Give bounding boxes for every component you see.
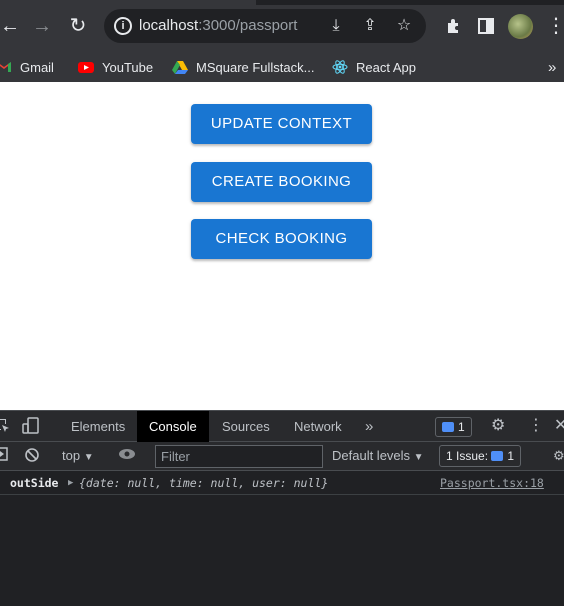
console-toolbar: top ▼ Filter Default levels ▼ 1 Issue: 1… bbox=[0, 442, 564, 471]
forward-icon[interactable]: → bbox=[28, 12, 56, 40]
bookmarks-bar: Gmail YouTube MSquare Fullstack... React… bbox=[0, 51, 564, 82]
google-drive-icon bbox=[172, 59, 188, 75]
page-content: UPDATE CONTEXT CREATE BOOKING CHECK BOOK… bbox=[0, 82, 564, 410]
bookmark-react-app[interactable]: React App bbox=[332, 58, 416, 76]
levels-label: Default levels bbox=[332, 448, 411, 463]
url-path: :3000/passport bbox=[198, 17, 298, 34]
window-titlebar-strip bbox=[256, 0, 564, 5]
bookmark-gmail[interactable]: Gmail bbox=[0, 58, 54, 76]
tab-network[interactable]: Network bbox=[282, 411, 354, 442]
sidebar-toggle-icon[interactable] bbox=[0, 447, 8, 466]
dropdown-arrow-icon: ▼ bbox=[413, 452, 424, 463]
back-icon[interactable]: ← bbox=[0, 12, 24, 40]
log-label: outSide bbox=[10, 476, 59, 490]
message-icon bbox=[442, 422, 454, 432]
url-host: localhost bbox=[139, 17, 199, 34]
more-bookmarks-button[interactable]: » bbox=[548, 58, 556, 76]
issues-label: 1 Issue: bbox=[446, 449, 489, 463]
bookmark-label: Gmail bbox=[20, 59, 54, 75]
react-icon bbox=[332, 59, 348, 75]
bookmark-star-icon[interactable]: ☆ bbox=[394, 16, 414, 36]
console-log-row: outSide ▶ {date: null, time: null, user:… bbox=[0, 471, 564, 495]
devtools-menu-icon[interactable]: ⋮ bbox=[528, 417, 544, 435]
issue-message-icon bbox=[491, 451, 504, 461]
address-bar[interactable]: i localhost:3000/passport ⤓ ⇪ ☆ bbox=[104, 9, 426, 43]
url-text[interactable]: localhost:3000/passport bbox=[139, 17, 297, 34]
live-expression-eye-icon[interactable] bbox=[118, 447, 136, 466]
youtube-icon bbox=[78, 59, 94, 75]
issues-count: 1 bbox=[507, 449, 515, 463]
install-icon[interactable]: ⤓ bbox=[326, 16, 346, 36]
browser-toolbar: ← → ↻ i localhost:3000/passport ⤓ ⇪ ☆ ⋮ bbox=[0, 0, 564, 51]
tab-console[interactable]: Console bbox=[137, 411, 209, 442]
update-context-button[interactable]: UPDATE CONTEXT bbox=[191, 104, 372, 144]
reload-icon[interactable]: ↻ bbox=[64, 12, 92, 40]
device-toolbar-icon[interactable] bbox=[22, 417, 40, 440]
messages-count: 1 bbox=[458, 420, 465, 434]
site-info-icon[interactable]: i bbox=[114, 17, 132, 35]
more-tabs-button[interactable]: » bbox=[353, 411, 385, 442]
extensions-icon[interactable] bbox=[440, 12, 468, 40]
check-booking-button[interactable]: CHECK BOOKING bbox=[191, 219, 372, 259]
profile-avatar[interactable] bbox=[508, 14, 533, 39]
bookmark-label: React App bbox=[356, 59, 416, 75]
clear-console-icon[interactable] bbox=[24, 447, 40, 468]
log-levels-dropdown[interactable]: Default levels ▼ bbox=[332, 447, 424, 467]
dropdown-arrow-icon: ▼ bbox=[83, 452, 94, 463]
bookmark-label: YouTube bbox=[102, 59, 154, 75]
context-label: top bbox=[62, 448, 81, 463]
menu-kebab-icon[interactable]: ⋮ bbox=[542, 12, 564, 40]
context-selector[interactable]: top ▼ bbox=[62, 447, 94, 467]
bookmark-msquare[interactable]: MSquare Fullstack... bbox=[172, 58, 315, 76]
gmail-icon bbox=[0, 59, 12, 75]
close-devtools-icon[interactable]: ✕ bbox=[554, 417, 564, 435]
inspect-element-icon[interactable] bbox=[0, 417, 10, 438]
bookmark-youtube[interactable]: YouTube bbox=[78, 58, 153, 76]
share-icon[interactable]: ⇪ bbox=[360, 16, 380, 36]
log-source-link[interactable]: Passport.tsx:18 bbox=[440, 471, 544, 495]
console-messages-badge[interactable]: 1 bbox=[435, 417, 472, 437]
log-object-preview[interactable]: {date: null, time: null, user: null} bbox=[79, 471, 328, 495]
settings-gear-icon[interactable]: ⚙ bbox=[491, 417, 505, 435]
console-settings-icon[interactable]: ⚙ bbox=[553, 447, 564, 465]
expand-triangle-icon[interactable]: ▶ bbox=[68, 471, 73, 495]
filter-input[interactable]: Filter bbox=[155, 445, 323, 468]
create-booking-button[interactable]: CREATE BOOKING bbox=[191, 162, 372, 202]
side-panel-icon[interactable] bbox=[472, 12, 500, 40]
devtools-tab-bar: Elements Console Sources Network » 1 ⚙ ⋮… bbox=[0, 410, 564, 442]
bookmark-label: MSquare Fullstack... bbox=[196, 59, 315, 75]
issues-button[interactable]: 1 Issue: 1 bbox=[439, 445, 522, 467]
tab-sources[interactable]: Sources bbox=[210, 411, 282, 442]
tab-elements[interactable]: Elements bbox=[59, 411, 137, 442]
